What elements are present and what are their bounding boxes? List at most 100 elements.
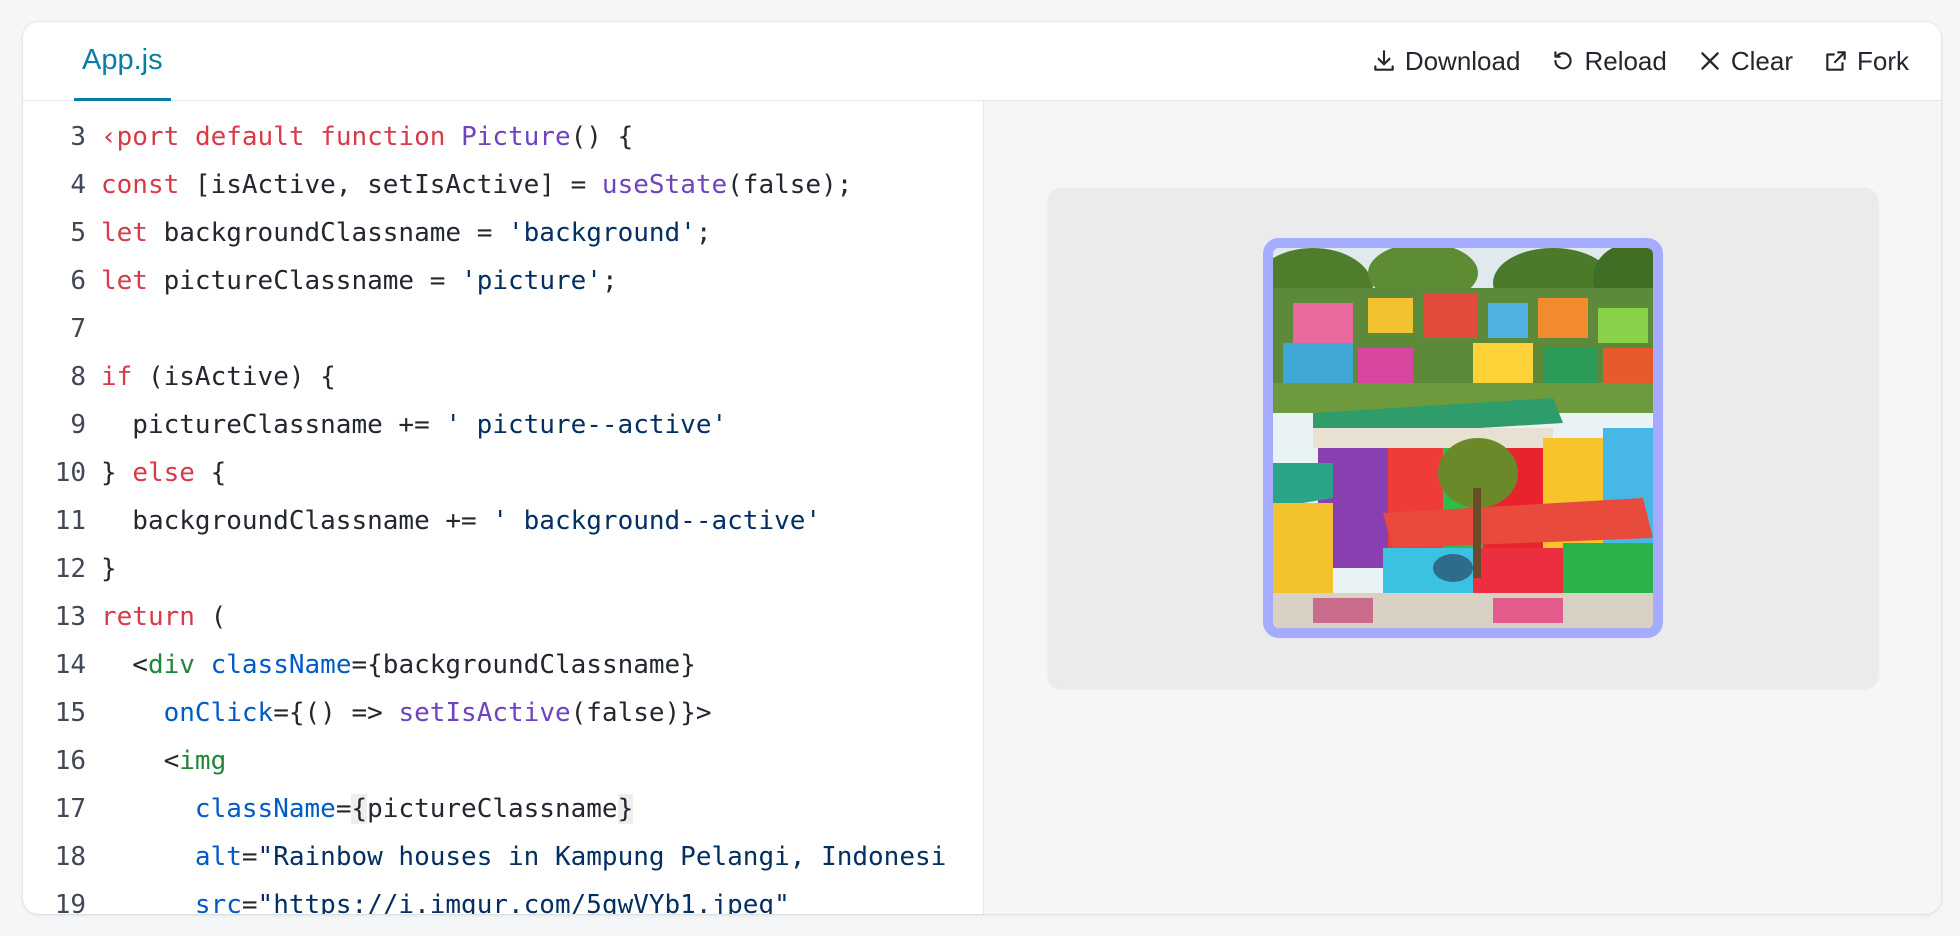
rainbow-houses-image <box>1273 248 1653 628</box>
code-token: (false); <box>727 170 853 200</box>
code-token: backgroundClassname = <box>147 218 508 248</box>
reload-label: Reload <box>1584 45 1667 76</box>
code-text: } else { <box>101 449 983 497</box>
code-token: ={() => <box>273 698 399 728</box>
code-token: let <box>101 218 148 248</box>
code-token: ' picture--active' <box>445 410 728 440</box>
code-token: pictureClassname <box>367 794 618 824</box>
code-token: Picture <box>461 122 571 152</box>
code-token: function <box>320 122 446 152</box>
code-editor[interactable]: 3 ‹port default function Picture() {4 cons… <box>23 101 984 914</box>
code-line: 19 src="https://i.imgur.com/5qwVYb1.jpeg… <box>23 881 983 914</box>
code-token: ( <box>194 602 227 632</box>
code-token: let <box>101 266 148 296</box>
background-panel[interactable] <box>1048 188 1878 688</box>
code-token: "Rainbow houses in Kampung Pelangi, Indo… <box>257 842 947 872</box>
code-token: pictureClassname += <box>101 410 446 440</box>
tab-app-js[interactable]: App.js <box>74 22 171 101</box>
download-icon <box>1374 50 1394 71</box>
editor-toolbar: App.js Download Reload Clear Fork <box>23 22 1941 101</box>
code-token: < <box>101 746 180 776</box>
code-token: ; <box>601 266 618 296</box>
code-line: 8 if (isActive) { <box>23 353 983 401</box>
code-token: { <box>194 458 227 488</box>
code-token: [isActive, setIsActive] = <box>179 170 602 200</box>
code-token: return <box>101 602 195 632</box>
code-token: className <box>210 650 352 680</box>
code-text: <div className={backgroundClassname} <box>101 641 983 689</box>
code-token: ' background--active' <box>492 506 822 536</box>
code-line: 15 onClick={() => setIsActive(false)}> <box>23 689 983 737</box>
code-token: setIsActive <box>398 698 571 728</box>
line-number: 9 <box>70 410 86 440</box>
line-number: 16 <box>54 746 86 776</box>
code-token: 'picture' <box>461 266 602 296</box>
code-line: 14 <div className={backgroundClassname} <box>23 641 983 689</box>
clear-label: Clear <box>1730 45 1793 76</box>
code-token: (false)}> <box>570 698 712 728</box>
code-token: default <box>194 122 305 152</box>
code-line: 18 alt="Rainbow houses in Kampung Pelang… <box>23 833 983 881</box>
code-line: 7 <box>23 305 983 353</box>
line-number: 8 <box>70 362 86 392</box>
line-number: 14 <box>54 650 86 680</box>
download-button[interactable]: Download <box>1371 45 1521 77</box>
code-token: src <box>194 890 242 914</box>
code-line: 11 backgroundClassname += ' background--… <box>23 497 983 545</box>
external-link-icon <box>1826 51 1846 71</box>
code-token: < <box>101 650 148 680</box>
code-token: 'background' <box>508 218 696 248</box>
code-token: pictureClassname = <box>147 266 462 296</box>
line-number: 10 <box>54 458 86 488</box>
code-token: className <box>194 794 336 824</box>
preview-pane <box>984 101 1941 914</box>
code-text: return ( <box>101 593 983 641</box>
reload-button[interactable]: Reload <box>1550 45 1667 77</box>
close-icon <box>1701 52 1719 70</box>
code-token: ‹port <box>101 122 180 152</box>
code-token: if <box>101 362 133 392</box>
line-number: 11 <box>54 506 86 536</box>
code-line: 10} else { <box>23 449 983 497</box>
code-token: backgroundClassname += <box>101 506 493 536</box>
line-number: 7 <box>70 314 86 344</box>
code-token: onClick <box>163 698 274 728</box>
code-line: 6 let pictureClassname = 'picture'; <box>23 257 983 305</box>
reload-icon <box>1554 51 1573 70</box>
code-line: 9 pictureClassname += ' picture--active' <box>23 401 983 449</box>
code-text: if (isActive) { <box>101 353 983 401</box>
code-token: { <box>351 794 368 824</box>
line-number: 15 <box>54 698 86 728</box>
code-token: useState <box>601 170 728 200</box>
fork-button[interactable]: Fork <box>1823 46 1909 77</box>
clear-button[interactable]: Clear <box>1697 46 1793 77</box>
code-token: } <box>101 458 133 488</box>
code-token: const <box>101 170 180 200</box>
code-token: (isActive) { <box>132 362 336 392</box>
code-line: 16 <img <box>23 737 983 785</box>
line-number: 13 <box>54 602 86 632</box>
line-number: 12 <box>54 554 86 584</box>
picture[interactable] <box>1263 238 1663 638</box>
line-number: 5 <box>70 218 86 248</box>
code-token: alt <box>194 842 242 872</box>
download-label: Download <box>1404 45 1521 76</box>
code-token: = <box>241 890 258 914</box>
code-token: ={backgroundClassname} <box>351 650 696 680</box>
code-line: 17 className={pictureClassname} <box>23 785 983 833</box>
code-text: let pictureClassname = 'picture'; <box>101 257 983 305</box>
line-number: 3 <box>70 122 86 152</box>
sandpack-container: App.js Download Reload Clear Fork 3 ‹por… <box>23 22 1941 914</box>
code-line: 5 let backgroundClassname = 'background'; <box>23 209 983 257</box>
code-text: const [isActive, setIsActive] = useState… <box>101 161 983 209</box>
code-token: else <box>132 458 195 488</box>
code-text: className={pictureClassname} <box>101 785 983 833</box>
code-token: () { <box>570 122 634 152</box>
code-text: let backgroundClassname = 'background'; <box>101 209 983 257</box>
